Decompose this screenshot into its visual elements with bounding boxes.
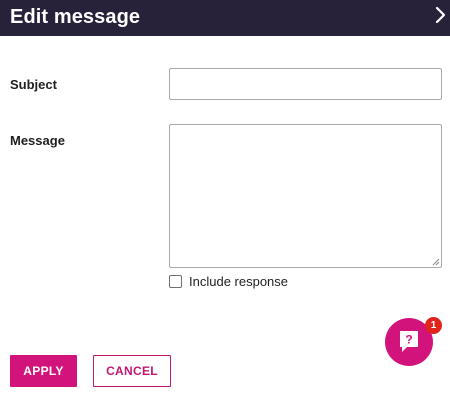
- help-chat-icon: ?: [400, 331, 418, 352]
- cancel-button[interactable]: CANCEL: [93, 355, 171, 387]
- subject-label: Subject: [10, 77, 57, 92]
- include-response-row[interactable]: Include response: [169, 273, 288, 289]
- message-textarea[interactable]: [169, 124, 442, 268]
- page-title: Edit message: [10, 6, 141, 28]
- message-label: Message: [10, 133, 65, 148]
- include-response-label[interactable]: Include response: [189, 274, 288, 289]
- apply-button[interactable]: APPLY: [10, 355, 77, 387]
- svg-text:?: ?: [405, 333, 412, 347]
- notification-badge: 1: [425, 317, 442, 334]
- subject-input[interactable]: [169, 68, 442, 100]
- chevron-right-icon[interactable]: [434, 5, 448, 25]
- include-response-checkbox[interactable]: [169, 274, 182, 288]
- panel-header: Edit message: [0, 0, 450, 36]
